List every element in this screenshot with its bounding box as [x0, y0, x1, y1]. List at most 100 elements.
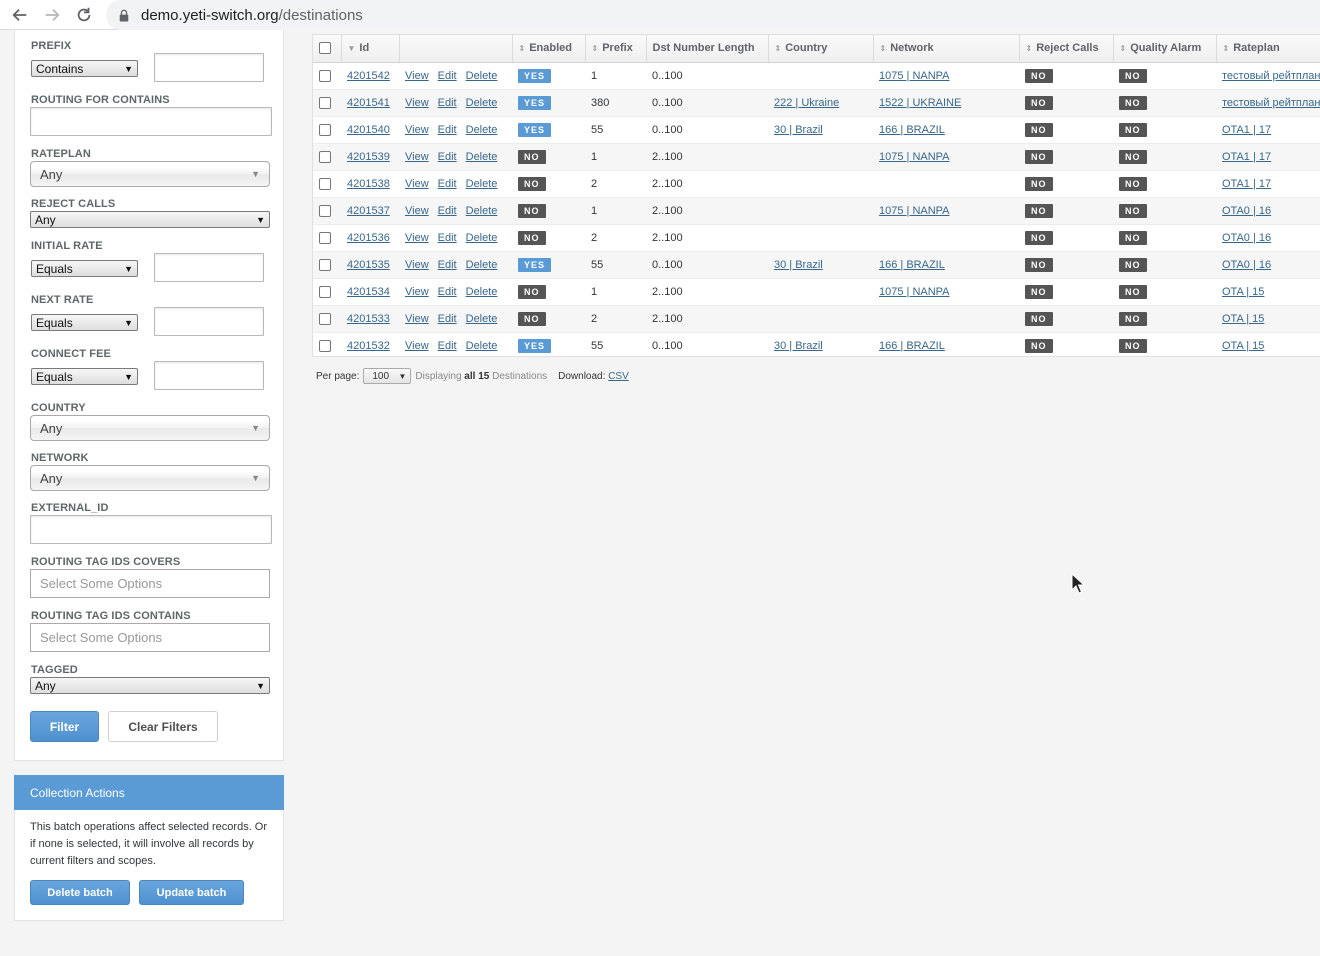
download-csv-link[interactable]: CSV [608, 371, 629, 382]
row-checkbox[interactable] [319, 339, 331, 352]
view-link[interactable]: View [405, 178, 429, 190]
reject-calls-select[interactable]: Any ▼ [30, 211, 270, 228]
country-link[interactable]: 30 | Brazil [774, 259, 823, 271]
id-link[interactable]: 4201533 [347, 313, 390, 325]
column-header-rateplan[interactable]: ⇕ Rateplan [1216, 35, 1320, 63]
view-link[interactable]: View [405, 151, 429, 163]
next-rate-operator-select[interactable]: Equals ▼ [31, 314, 138, 331]
rateplan-link[interactable]: OTA1 | 17 [1222, 178, 1271, 190]
network-link[interactable]: 166 | BRAZIL [879, 124, 945, 136]
select-all-checkbox[interactable] [319, 42, 331, 55]
rateplan-select[interactable]: Any ▼ [30, 161, 270, 187]
row-checkbox[interactable] [319, 69, 331, 82]
id-link[interactable]: 4201535 [347, 259, 390, 271]
id-link[interactable]: 4201534 [347, 286, 390, 298]
network-link[interactable]: 1075 | NANPA [879, 151, 950, 163]
delete-link[interactable]: Delete [466, 151, 498, 163]
row-checkbox[interactable] [319, 123, 331, 136]
row-checkbox[interactable] [319, 258, 331, 271]
update-batch-button[interactable]: Update batch [139, 880, 244, 905]
delete-link[interactable]: Delete [466, 259, 498, 271]
edit-link[interactable]: Edit [438, 70, 457, 82]
delete-link[interactable]: Delete [466, 97, 498, 109]
reload-button[interactable] [68, 0, 100, 30]
country-link[interactable]: 30 | Brazil [774, 124, 823, 136]
rateplan-link[interactable]: OTA | 15 [1222, 340, 1264, 352]
network-select[interactable]: Any ▼ [30, 465, 270, 491]
view-link[interactable]: View [405, 313, 429, 325]
country-link[interactable]: 222 | Ukraine [774, 97, 839, 109]
column-header-country[interactable]: ⇕ Country [768, 35, 874, 63]
next-rate-input[interactable] [154, 307, 264, 336]
id-link[interactable]: 4201532 [347, 340, 390, 352]
network-link[interactable]: 166 | BRAZIL [879, 259, 945, 271]
edit-link[interactable]: Edit [438, 340, 457, 352]
per-page-select[interactable]: 100 ▼ [363, 368, 412, 384]
edit-link[interactable]: Edit [438, 259, 457, 271]
edit-link[interactable]: Edit [438, 178, 457, 190]
row-checkbox[interactable] [319, 204, 331, 217]
delete-batch-button[interactable]: Delete batch [30, 880, 130, 905]
row-checkbox[interactable] [319, 231, 331, 244]
column-header-reject-calls[interactable]: ⇕ Reject Calls [1019, 35, 1114, 63]
rateplan-link[interactable]: OTA1 | 17 [1222, 151, 1271, 163]
tag-covers-multiselect[interactable]: Select Some Options [30, 569, 270, 598]
connect-fee-input[interactable] [154, 361, 264, 390]
delete-link[interactable]: Delete [466, 313, 498, 325]
back-button[interactable] [4, 0, 36, 30]
edit-link[interactable]: Edit [438, 151, 457, 163]
filter-button[interactable]: Filter [30, 711, 99, 742]
network-link[interactable]: 1075 | NANPA [879, 286, 950, 298]
id-link[interactable]: 4201541 [347, 97, 390, 109]
view-link[interactable]: View [405, 286, 429, 298]
rateplan-link[interactable]: тестовый рейтплан [1222, 70, 1320, 82]
delete-link[interactable]: Delete [466, 70, 498, 82]
view-link[interactable]: View [405, 340, 429, 352]
rateplan-link[interactable]: OTA0 | 16 [1222, 232, 1271, 244]
address-bar[interactable]: demo.yeti-switch.org/destinations [106, 0, 1320, 30]
network-link[interactable]: 1075 | NANPA [879, 205, 950, 217]
id-link[interactable]: 4201537 [347, 205, 390, 217]
delete-link[interactable]: Delete [466, 286, 498, 298]
view-link[interactable]: View [405, 205, 429, 217]
delete-link[interactable]: Delete [466, 178, 498, 190]
row-checkbox[interactable] [319, 285, 331, 298]
initial-rate-input[interactable] [154, 253, 264, 282]
column-header-id[interactable]: ▼ Id [341, 35, 400, 63]
edit-link[interactable]: Edit [438, 313, 457, 325]
view-link[interactable]: View [405, 97, 429, 109]
column-header-prefix[interactable]: ⇕ Prefix [585, 35, 647, 63]
edit-link[interactable]: Edit [438, 232, 457, 244]
routing-for-contains-input[interactable] [30, 107, 272, 136]
connect-fee-operator-select[interactable]: Equals ▼ [31, 368, 138, 385]
id-link[interactable]: 4201542 [347, 70, 390, 82]
initial-rate-operator-select[interactable]: Equals ▼ [31, 260, 138, 277]
id-link[interactable]: 4201540 [347, 124, 390, 136]
prefix-operator-select[interactable]: Contains ▼ [31, 60, 138, 77]
rateplan-link[interactable]: OTA0 | 16 [1222, 259, 1271, 271]
edit-link[interactable]: Edit [438, 286, 457, 298]
delete-link[interactable]: Delete [466, 232, 498, 244]
rateplan-link[interactable]: OTA | 15 [1222, 313, 1264, 325]
view-link[interactable]: View [405, 259, 429, 271]
network-link[interactable]: 1075 | NANPA [879, 70, 950, 82]
row-checkbox[interactable] [319, 177, 331, 190]
column-header-enabled[interactable]: ⇕ Enabled [512, 35, 586, 63]
id-link[interactable]: 4201536 [347, 232, 390, 244]
delete-link[interactable]: Delete [466, 205, 498, 217]
view-link[interactable]: View [405, 124, 429, 136]
network-link[interactable]: 1522 | UKRAINE [879, 97, 961, 109]
external-id-input[interactable] [30, 515, 272, 544]
rateplan-link[interactable]: OTA | 15 [1222, 286, 1264, 298]
view-link[interactable]: View [405, 232, 429, 244]
tagged-select[interactable]: Any ▼ [30, 677, 270, 694]
edit-link[interactable]: Edit [438, 97, 457, 109]
tag-contains-multiselect[interactable]: Select Some Options [30, 623, 270, 652]
clear-filters-button[interactable]: Clear Filters [108, 711, 218, 742]
country-link[interactable]: 30 | Brazil [774, 340, 823, 352]
row-checkbox[interactable] [319, 312, 331, 325]
rateplan-link[interactable]: OTA0 | 16 [1222, 205, 1271, 217]
column-header-network[interactable]: ⇕ Network [873, 35, 1020, 63]
id-link[interactable]: 4201539 [347, 151, 390, 163]
country-select[interactable]: Any ▼ [30, 415, 270, 441]
